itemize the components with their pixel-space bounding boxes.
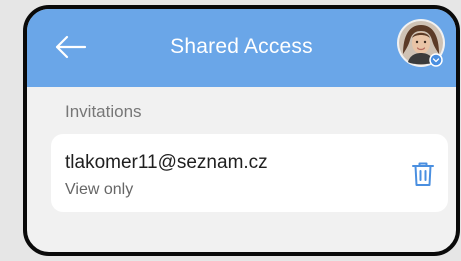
app-header: Shared Access xyxy=(27,9,456,87)
trash-icon xyxy=(412,162,434,186)
invitation-permission: View only xyxy=(65,181,134,198)
invitation-card: tlakomer11@seznam.cz View only xyxy=(51,134,448,212)
section-label-invitations: Invitations xyxy=(65,102,142,121)
avatar[interactable] xyxy=(396,18,446,68)
invitation-email: tlakomer11@seznam.cz xyxy=(65,152,268,173)
app-screen: Shared Access Invitations tlakomer11@sez… xyxy=(23,5,460,256)
delete-invitation-button[interactable] xyxy=(410,160,436,188)
page-title: Shared Access xyxy=(170,35,313,58)
user-avatar-icon xyxy=(397,19,445,67)
